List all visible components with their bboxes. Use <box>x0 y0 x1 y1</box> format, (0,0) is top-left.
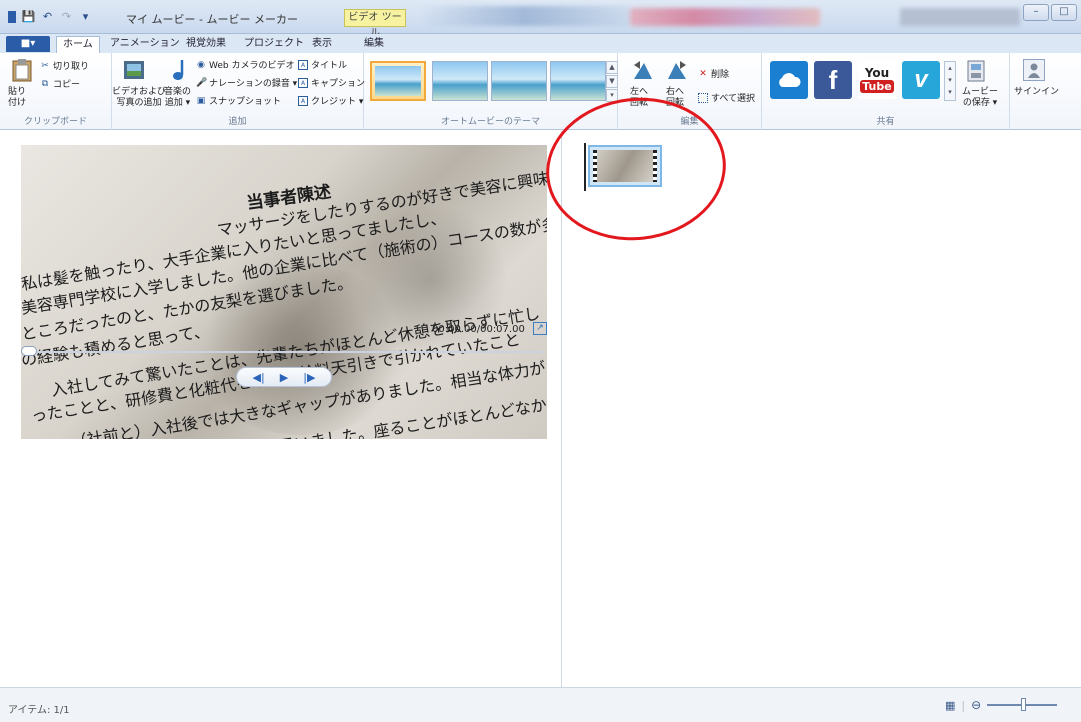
rotate-left-icon[interactable] <box>630 59 654 81</box>
redo-icon[interactable]: ↷ <box>60 10 73 23</box>
customize-dropdown-icon[interactable]: ▾ <box>79 10 92 23</box>
tab-view[interactable]: 表示 <box>306 36 338 53</box>
group-label: 共有 <box>876 117 895 127</box>
theme-contemporary[interactable] <box>432 61 488 101</box>
music-note-icon[interactable] <box>168 57 190 83</box>
sign-in-button[interactable]: サインイン <box>1014 87 1059 98</box>
credits-icon: A <box>298 95 308 106</box>
group-label: 追加 <box>228 117 247 127</box>
snapshot-icon: ▣ <box>196 95 206 106</box>
caption-button[interactable]: A キャプション <box>298 76 365 89</box>
blurred-region <box>900 8 1020 26</box>
window-controls: – □ <box>1023 4 1077 21</box>
delete-x-icon: ✕ <box>699 68 707 79</box>
film-photo-icon[interactable] <box>122 57 146 83</box>
record-narration-button[interactable]: 🎤 ナレーションの録音 ▾ <box>196 76 297 90</box>
share-more-button[interactable]: ▴ ▾ ▾ <box>944 61 956 101</box>
remove-button[interactable]: ✕ 削除 <box>698 67 729 81</box>
playback-controls: ◀| ▶ |▶ <box>236 367 332 387</box>
snapshot-button[interactable]: ▣ スナップショット <box>196 94 281 108</box>
youtube-label-bottom: Tube <box>860 80 894 93</box>
select-all-button[interactable]: すべて選択 <box>698 91 755 104</box>
theme-cinematic[interactable] <box>491 61 547 101</box>
file-menu-button[interactable]: ■▾ <box>6 36 50 52</box>
maximize-button[interactable]: □ <box>1051 4 1077 21</box>
tab-visual-effects[interactable]: 視覚効果 <box>180 36 232 53</box>
add-music-button[interactable]: 音楽の 追加 ▾ <box>164 87 191 109</box>
previous-frame-button[interactable]: ◀| <box>253 371 265 384</box>
save-movie-icon[interactable] <box>964 59 988 83</box>
blurred-region <box>420 6 630 26</box>
webcam-video-button[interactable]: ◉ Web カメラのビデオ <box>196 58 294 72</box>
tab-home[interactable]: ホーム <box>56 36 100 53</box>
status-bar: アイテム: 1/1 ▦ | ⊖ <box>0 687 1081 722</box>
minimize-button[interactable]: – <box>1023 4 1049 21</box>
caption-icon: A <box>298 77 308 88</box>
tab-animations[interactable]: アニメーション <box>104 36 186 53</box>
facebook-icon[interactable]: f <box>814 61 852 99</box>
title-icon: A <box>298 59 308 70</box>
scissors-icon: ✂ <box>41 60 49 71</box>
save-movie-button[interactable]: ムービー の保存 ▾ <box>962 87 998 109</box>
group-label: クリップボード <box>23 117 87 127</box>
webcam-icon: ◉ <box>197 59 205 70</box>
separator: | <box>961 698 966 712</box>
title-bar: 💾 ↶ ↷ ▾ マイ ムービー - ムービー メーカー ビデオ ツール – □ <box>0 0 1081 39</box>
tab-project[interactable]: プロジェクト <box>238 36 310 53</box>
theme-scroll-up-button[interactable]: ▲ <box>606 61 618 74</box>
paste-icon[interactable] <box>10 57 34 83</box>
theme-fade[interactable] <box>550 61 606 101</box>
playback-time: 00:00.00/00:07.00 <box>432 324 525 335</box>
add-videos-photos-button[interactable]: ビデオおよび 写真の追加 <box>112 87 166 109</box>
item-count: アイテム: 1/1 <box>8 705 70 716</box>
blurred-region <box>630 8 820 26</box>
video-preview[interactable]: 当事者陳述 マッサージをしたりするのが好きで美容に興味を持 私は髪を触ったり、大… <box>21 145 547 439</box>
credits-button[interactable]: A クレジット ▾ <box>298 94 363 107</box>
select-all-icon <box>698 92 708 103</box>
user-icon[interactable] <box>1023 59 1045 81</box>
quick-access-toolbar: 💾 ↶ ↷ ▾ <box>8 10 92 23</box>
rotate-right-icon[interactable] <box>666 59 690 81</box>
tab-edit[interactable]: 編集 <box>358 36 390 53</box>
youtube-label-top: You <box>864 66 890 80</box>
storyboard-view-icon[interactable]: ▦ <box>945 699 955 712</box>
theme-thumbnail <box>375 66 421 96</box>
copy-button[interactable]: ⧉ コピー <box>40 77 80 91</box>
seek-bar-track[interactable] <box>21 351 543 353</box>
zoom-out-icon[interactable]: ⊖ <box>971 698 981 712</box>
theme-default[interactable] <box>370 61 426 101</box>
sign-in-group: サインイン <box>1010 53 1060 130</box>
play-button[interactable]: ▶ <box>280 371 288 384</box>
ribbon: 貼り 付け ✂ 切り取り ⧉ コピー クリップボード ビデオおよび 写真の追加 音楽… <box>0 53 1081 130</box>
youtube-icon[interactable]: You Tube <box>858 61 896 99</box>
copy-icon: ⧉ <box>41 78 49 89</box>
save-icon[interactable]: 💾 <box>22 10 36 23</box>
window-title: マイ ムービー - ムービー メーカー <box>126 13 298 26</box>
zoom-controls: ▦ | ⊖ <box>945 698 1058 712</box>
expand-arrow-icon: ↗ <box>536 323 544 333</box>
cut-button[interactable]: ✂ 切り取り <box>40 59 89 73</box>
seek-bar-thumb[interactable] <box>21 346 37 356</box>
paste-button[interactable]: 貼り 付け <box>8 87 26 109</box>
app-icon[interactable] <box>8 10 16 23</box>
add-group: ビデオおよび 写真の追加 音楽の 追加 ▾ ◉ Web カメラのビデオ 🎤 ナレーシ… <box>112 53 365 130</box>
fullscreen-expand-button[interactable]: ↗ <box>533 322 547 335</box>
zoom-slider-thumb[interactable] <box>1021 698 1027 711</box>
video-tools-context-label: ビデオ ツール <box>344 9 406 39</box>
vimeo-icon[interactable]: v <box>902 61 940 99</box>
preview-pane: 当事者陳述 マッサージをしたりするのが好きで美容に興味を持 私は髪を触ったり、大… <box>0 131 562 687</box>
onedrive-cloud-icon[interactable] <box>770 61 808 99</box>
theme-scroll-down-button[interactable]: ▼ <box>606 75 618 88</box>
ribbon-tabs: ■▾ ホーム アニメーション 視覚効果 プロジェクト 表示 編集 <box>0 34 1081 53</box>
share-group: f You Tube v ▴ ▾ ▾ ムービー の保存 ▾ 共有 <box>762 53 1010 130</box>
clipboard-group: 貼り 付け ✂ 切り取り ⧉ コピー クリップボード <box>0 53 112 130</box>
zoom-slider-track[interactable] <box>987 698 1058 711</box>
title-button[interactable]: A タイトル <box>298 58 347 71</box>
next-frame-button[interactable]: |▶ <box>303 371 315 384</box>
microphone-icon: 🎤 <box>196 77 208 88</box>
undo-icon[interactable]: ↶ <box>41 10 54 23</box>
